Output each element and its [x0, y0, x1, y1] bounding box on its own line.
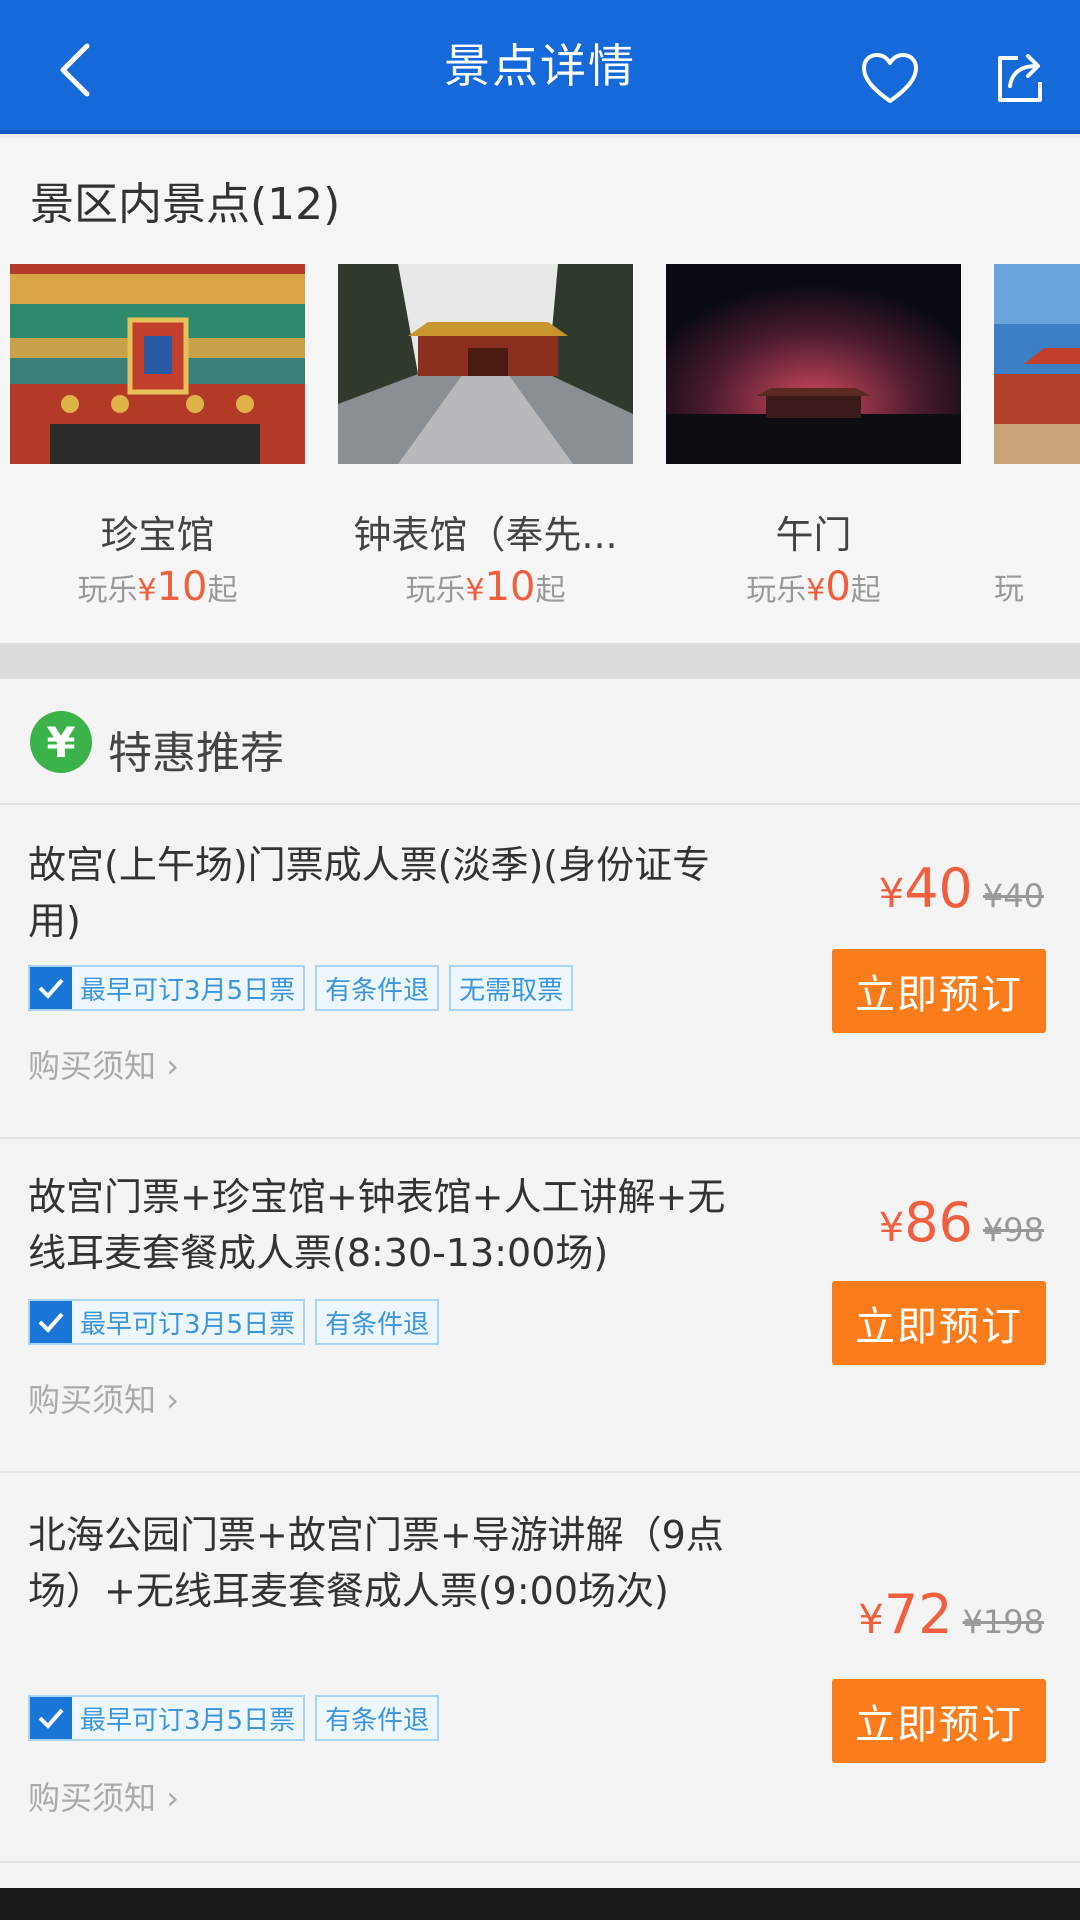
spot-price: 玩 [994, 572, 1024, 607]
tag-conditional-refund: 有条件退 [315, 965, 440, 1011]
deal-price: ¥86 ¥98 [878, 1191, 1044, 1254]
share-button[interactable] [980, 38, 1060, 118]
deal-tags: 最早可订3月5日票 有条件退 无需取票 [28, 965, 574, 1011]
chevron-right-icon: › [156, 1779, 179, 1817]
scenic-spots-section: 景区内景点(12) 珍宝馆 玩乐¥10起 钟表馆（奉先... 玩乐¥10起 午门… [0, 138, 1080, 643]
spot-name: 珍宝馆 [100, 513, 215, 557]
top-nav-bar: 景点详情 [0, 0, 1080, 134]
book-now-button[interactable]: 立即预订 [832, 1679, 1046, 1763]
spot-image-meridian-gate [666, 264, 961, 464]
deal-price: ¥72 ¥198 [858, 1583, 1044, 1646]
spot-card[interactable]: 珍宝馆 玩乐¥10起 [10, 264, 305, 624]
purchase-notice-link[interactable]: 购买须知 › [28, 1375, 179, 1421]
deal-item[interactable]: 北海公园门票+故宫门票+导游讲解（9点场）+无线耳麦套餐成人票(9:00场次) … [0, 1473, 1080, 1863]
deal-name: 故宫门票+珍宝馆+钟表馆+人工讲解+无线耳麦套餐成人票(8:30-13:00场) [28, 1175, 726, 1275]
spot-image-treasure-hall [10, 264, 305, 464]
deal-item[interactable]: 故宫(上午场)门票成人票(淡季)(身份证专用) 最早可订3月5日票 有条件退 无… [0, 805, 1080, 1139]
deals-title: 特惠推荐 [108, 728, 284, 779]
deal-price: ¥40 ¥40 [878, 857, 1044, 920]
spot-card[interactable]: 钟表馆（奉先... 玩乐¥10起 [338, 264, 633, 624]
share-icon [998, 54, 1042, 102]
chevron-right-icon: › [156, 1381, 179, 1419]
book-now-button[interactable]: 立即预订 [832, 949, 1046, 1033]
spot-price: 玩乐¥0起 [746, 564, 881, 610]
spot-name: 午门 [775, 513, 852, 557]
checkmark-icon [30, 1301, 72, 1343]
deal-name: 北海公园门票+故宫门票+导游讲解（9点场）+无线耳麦套餐成人票(9:00场次) [28, 1513, 724, 1613]
spot-card[interactable]: 午门 玩乐¥0起 [666, 264, 961, 624]
section-divider [0, 643, 1080, 679]
section-title: 景区内景点(12) [30, 179, 341, 230]
favorite-button[interactable] [850, 38, 930, 118]
heart-icon [862, 53, 918, 103]
deals-section: ¥ 特惠推荐 故宫(上午场)门票成人票(淡季)(身份证专用) 最早可订3月5日票… [0, 679, 1080, 1888]
tag-earliest-date: 最早可订3月5日票 [28, 1299, 306, 1345]
tag-earliest-date: 最早可订3月5日票 [28, 1695, 306, 1741]
tag-earliest-date: 最早可订3月5日票 [28, 965, 306, 1011]
checkmark-icon [30, 1697, 72, 1739]
tag-conditional-refund: 有条件退 [315, 1695, 440, 1741]
deal-tags: 最早可订3月5日票 有条件退 [28, 1695, 440, 1741]
spot-price: 玩乐¥10起 [77, 564, 238, 610]
tag-no-pickup: 无需取票 [449, 965, 574, 1011]
tag-conditional-refund: 有条件退 [315, 1299, 440, 1345]
spot-card[interactable]: 玩 [994, 264, 1080, 624]
spots-carousel[interactable]: 珍宝馆 玩乐¥10起 钟表馆（奉先... 玩乐¥10起 午门 玩乐¥0起 玩 [10, 264, 1080, 634]
spot-image-partial [994, 264, 1080, 464]
purchase-notice-link[interactable]: 购买须知 › [28, 1773, 179, 1819]
deal-tags: 最早可订3月5日票 有条件退 [28, 1299, 440, 1345]
deal-name: 故宫(上午场)门票成人票(淡季)(身份证专用) [28, 843, 711, 943]
checkmark-icon [30, 967, 72, 1009]
yen-icon: ¥ [30, 711, 92, 773]
chevron-right-icon: › [156, 1047, 179, 1085]
spot-image-clock-hall [338, 264, 633, 464]
spot-name: 钟表馆（奉先... [353, 513, 618, 557]
deal-item[interactable]: 故宫门票+珍宝馆+钟表馆+人工讲解+无线耳麦套餐成人票(8:30-13:00场)… [0, 1139, 1080, 1473]
book-now-button[interactable]: 立即预订 [832, 1281, 1046, 1365]
deals-header: ¥ 特惠推荐 [0, 679, 1080, 805]
screen: 景点详情 景区内景点(12) 珍宝馆 玩乐¥10起 钟表馆（奉先... 玩乐¥1… [0, 0, 1080, 1888]
spot-price: 玩乐¥10起 [405, 564, 566, 610]
purchase-notice-link[interactable]: 购买须知 › [28, 1041, 179, 1087]
